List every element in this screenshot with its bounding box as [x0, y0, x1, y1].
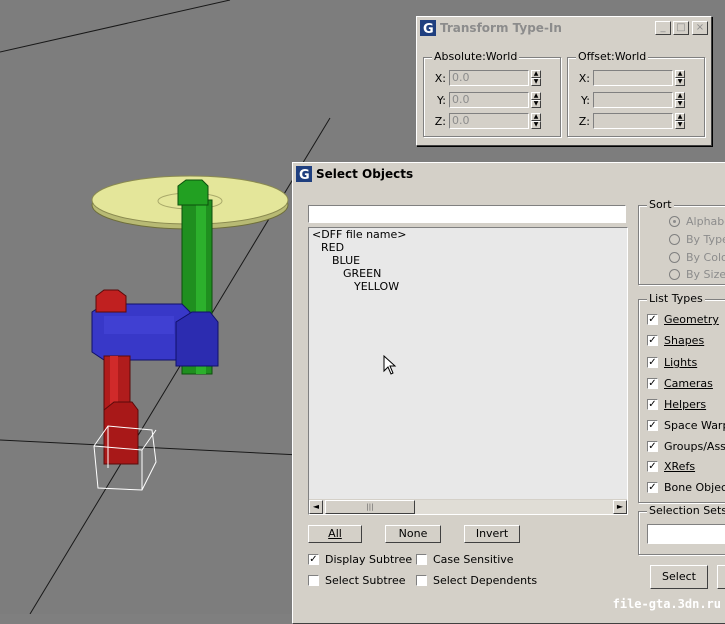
invert-button[interactable]: Invert — [464, 525, 520, 543]
checkbox-checked-icon: ✓ — [308, 554, 319, 565]
list-item[interactable]: GREEN — [309, 267, 627, 280]
list-type-shapes-checkbox[interactable]: ✓ Shapes — [647, 334, 704, 347]
sort-by-type-radio[interactable]: By Type — [669, 233, 725, 246]
scroll-thumb[interactable]: ||| — [325, 500, 415, 514]
checkbox-checked-icon: ✓ — [647, 314, 658, 325]
list-type-geometry-checkbox[interactable]: ✓ Geometry — [647, 313, 719, 326]
absolute-world-label: Absolute:World — [432, 50, 520, 63]
selection-sets-group: Selection Sets — [638, 504, 725, 555]
offset-x-row: X: ▲ ▼ — [576, 70, 685, 86]
checkbox-unchecked-icon — [416, 554, 427, 565]
select-objects-title: Select Objects — [316, 167, 414, 181]
sort-label: Sort — [647, 198, 674, 211]
absolute-x-row: X: 0.0 ▲ ▼ — [432, 70, 541, 86]
svg-text:G: G — [423, 22, 434, 36]
transform-titlebar[interactable]: G Transform Type-In _ □ × — [417, 17, 711, 39]
mouse-cursor-icon — [383, 355, 397, 375]
checkbox-checked-icon: ✓ — [647, 335, 658, 346]
list-item[interactable]: <DFF file name> — [309, 228, 627, 241]
select-objects-titlebar[interactable]: G Select Objects — [293, 163, 725, 185]
absolute-z-spinner[interactable]: ▲ ▼ — [531, 113, 541, 129]
absolute-y-spinner[interactable]: ▲ ▼ — [531, 92, 541, 108]
checkbox-checked-icon: ✓ — [647, 441, 658, 452]
offset-z-field[interactable] — [593, 113, 673, 129]
all-button[interactable]: All — [308, 525, 362, 543]
cancel-button[interactable] — [717, 565, 725, 589]
close-icon[interactable]: × — [692, 21, 708, 35]
sort-group: Sort Alphabetical By Type By Color By Si… — [638, 198, 725, 285]
radio-selected-icon — [669, 216, 680, 227]
checkbox-unchecked-icon — [416, 575, 427, 586]
scroll-left-icon[interactable]: ◄ — [309, 500, 323, 514]
watermark: file-gta.3dn.ru — [612, 597, 721, 611]
list-type-groups-checkbox[interactable]: ✓ Groups/Assembly — [647, 440, 725, 453]
sort-alphabetical-radio[interactable]: Alphabetical — [669, 215, 725, 228]
checkbox-checked-icon: ✓ — [647, 461, 658, 472]
transform-type-in-dialog: G Transform Type-In _ □ × Absolute:World… — [416, 16, 712, 146]
offset-y-spinner[interactable]: ▲ ▼ — [675, 92, 685, 108]
select-button[interactable]: Select — [650, 565, 708, 589]
absolute-y-row: Y: 0.0 ▲ ▼ — [432, 92, 541, 108]
3dsmax-icon: G — [420, 20, 436, 36]
absolute-z-row: Z: 0.0 ▲ ▼ — [432, 113, 541, 129]
3dsmax-icon: G — [296, 166, 312, 182]
svg-text:G: G — [299, 168, 310, 182]
checkbox-unchecked-icon — [308, 575, 319, 586]
list-item[interactable]: RED — [309, 241, 627, 254]
offset-y-field[interactable] — [593, 92, 673, 108]
offset-y-row: Y: ▲ ▼ — [576, 92, 685, 108]
absolute-x-field[interactable]: 0.0 — [449, 70, 529, 86]
offset-world-group: Offset:World X: ▲ ▼ Y: ▲ ▼ Z: ▲ ▼ — [567, 50, 705, 137]
radio-icon — [669, 234, 680, 245]
checkbox-checked-icon: ✓ — [647, 378, 658, 389]
offset-z-spinner[interactable]: ▲ ▼ — [675, 113, 685, 129]
minimize-icon[interactable]: _ — [655, 21, 671, 35]
display-subtree-checkbox[interactable]: ✓ Display Subtree — [308, 553, 412, 566]
list-types-label: List Types — [647, 292, 705, 305]
absolute-world-group: Absolute:World X: 0.0 ▲ ▼ Y: 0.0 ▲ ▼ Z: 0.… — [423, 50, 561, 137]
case-sensitive-checkbox[interactable]: Case Sensitive — [416, 553, 514, 566]
radio-icon — [669, 269, 680, 280]
checkbox-checked-icon: ✓ — [647, 399, 658, 410]
offset-x-spinner[interactable]: ▲ ▼ — [675, 70, 685, 86]
list-type-xrefs-checkbox[interactable]: ✓ XRefs — [647, 460, 695, 473]
none-button[interactable]: None — [385, 525, 441, 543]
scroll-right-icon[interactable]: ► — [613, 500, 627, 514]
absolute-x-spinner[interactable]: ▲ ▼ — [531, 70, 541, 86]
list-type-cameras-checkbox[interactable]: ✓ Cameras — [647, 377, 713, 390]
horizontal-scrollbar[interactable]: ◄ ||| ► — [309, 499, 627, 514]
sort-by-color-radio[interactable]: By Color — [669, 251, 725, 264]
list-type-space-warps-checkbox[interactable]: ✓ Space Warps — [647, 419, 725, 432]
select-subtree-checkbox[interactable]: Select Subtree — [308, 574, 406, 587]
list-types-group: List Types ✓ Geometry ✓ Shapes ✓ Lights … — [638, 292, 725, 503]
offset-x-field[interactable] — [593, 70, 673, 86]
transform-title: Transform Type-In — [440, 21, 562, 35]
selection-sets-label: Selection Sets — [647, 504, 725, 517]
absolute-y-field[interactable]: 0.0 — [449, 92, 529, 108]
list-item[interactable]: BLUE — [309, 254, 627, 267]
list-type-helpers-checkbox[interactable]: ✓ Helpers — [647, 398, 706, 411]
offset-world-label: Offset:World — [576, 50, 649, 63]
checkbox-checked-icon: ✓ — [647, 420, 658, 431]
object-list[interactable]: <DFF file name> RED BLUE GREEN YELLOW ◄ … — [308, 227, 628, 515]
list-type-bone-objects-checkbox[interactable]: ✓ Bone Objects — [647, 481, 725, 494]
selection-sets-dropdown[interactable] — [647, 524, 725, 544]
select-objects-dialog: G Select Objects <DFF file name> RED BLU… — [292, 162, 725, 624]
absolute-z-field[interactable]: 0.0 — [449, 113, 529, 129]
offset-z-row: Z: ▲ ▼ — [576, 113, 685, 129]
checkbox-checked-icon: ✓ — [647, 357, 658, 368]
checkbox-checked-icon: ✓ — [647, 482, 658, 493]
radio-icon — [669, 252, 680, 263]
select-dependents-checkbox[interactable]: Select Dependents — [416, 574, 537, 587]
sort-by-size-radio[interactable]: By Size — [669, 268, 725, 281]
name-filter-input[interactable] — [308, 205, 626, 223]
list-type-lights-checkbox[interactable]: ✓ Lights — [647, 356, 697, 369]
list-item[interactable]: YELLOW — [309, 280, 627, 293]
maximize-icon[interactable]: □ — [673, 21, 689, 35]
